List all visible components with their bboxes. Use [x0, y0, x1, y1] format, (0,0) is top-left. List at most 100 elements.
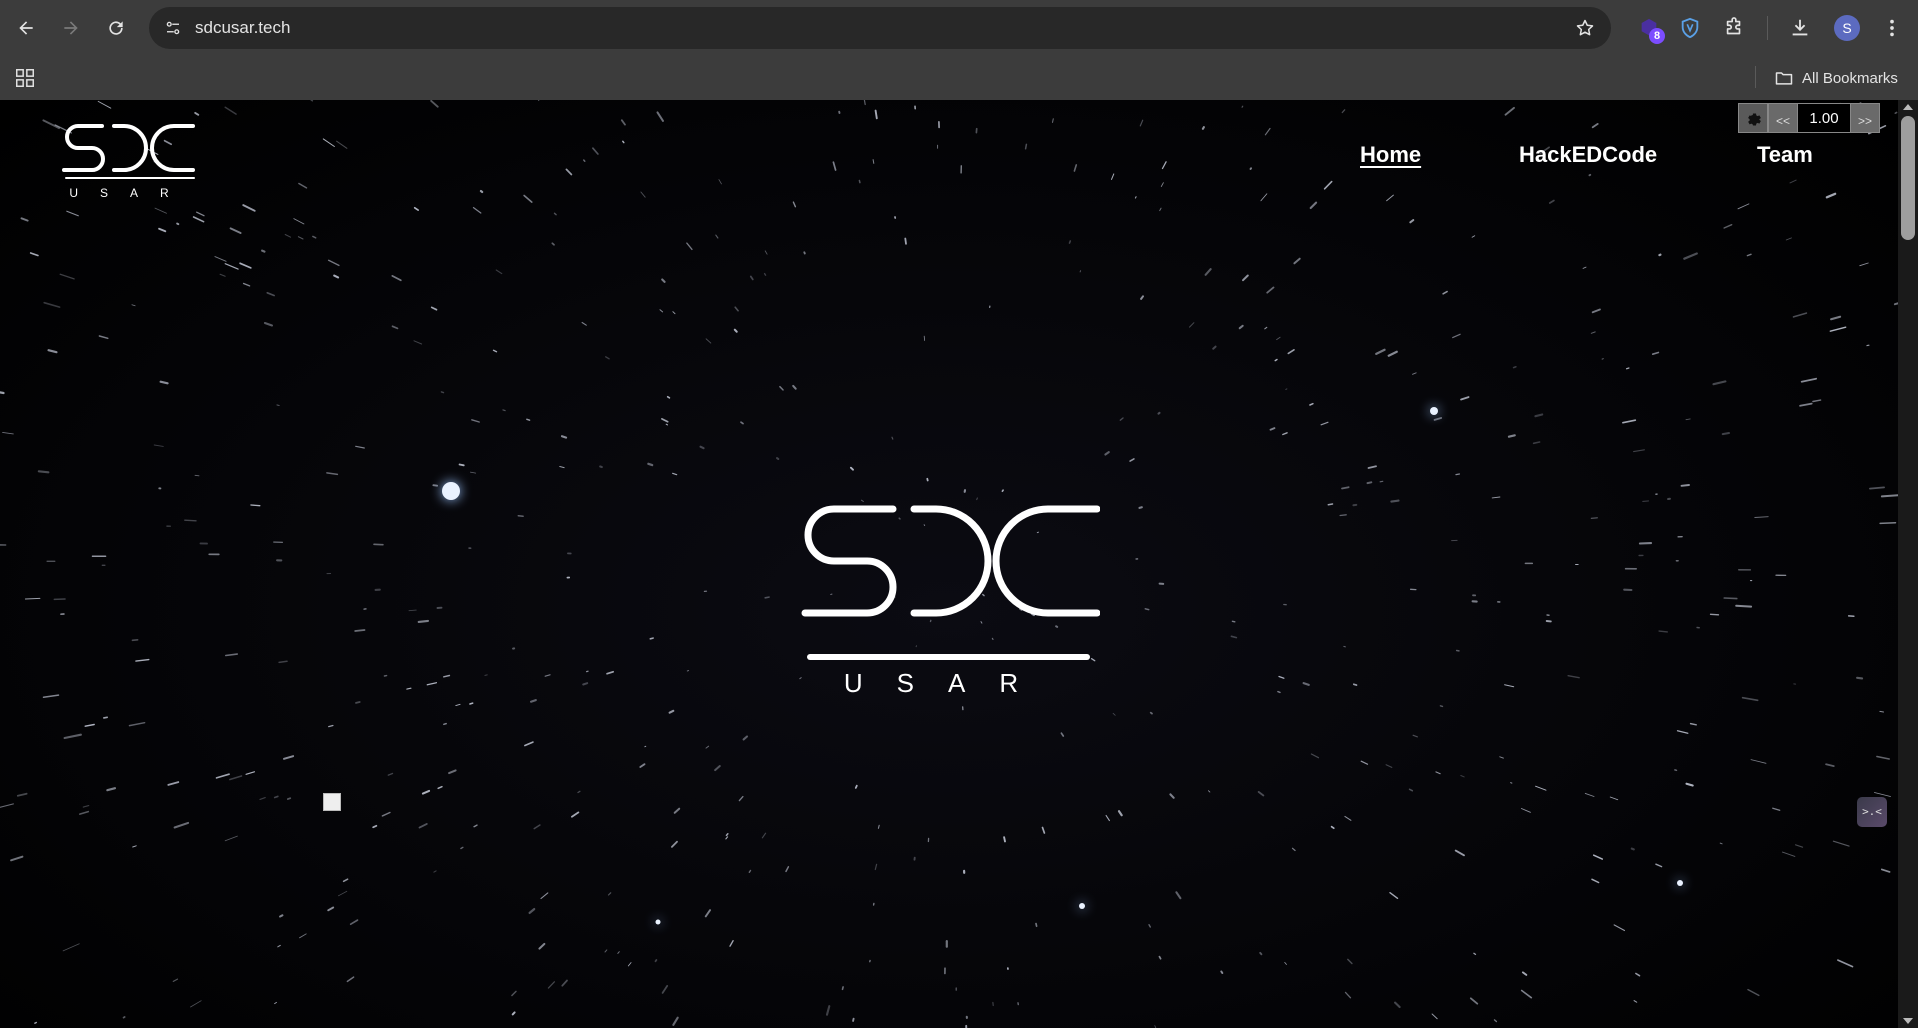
star-streak — [1880, 868, 1891, 873]
star-streak — [1320, 421, 1329, 426]
star-streak — [224, 835, 238, 842]
all-bookmarks-label: All Bookmarks — [1802, 69, 1898, 87]
hero-logo-sub: USAR — [844, 668, 1052, 698]
star-streak — [1469, 997, 1479, 1005]
star-streak — [764, 250, 768, 255]
reload-button[interactable] — [100, 12, 132, 44]
extensions-menu-button[interactable] — [1718, 12, 1750, 44]
star-streak — [471, 419, 480, 423]
speed-value[interactable]: 1.00 — [1798, 103, 1850, 133]
star-streak — [242, 204, 256, 212]
star-streak — [1651, 351, 1660, 355]
star-streak — [0, 803, 14, 808]
star-streak — [748, 869, 752, 873]
nav-home[interactable]: Home — [1360, 142, 1421, 168]
star-streak — [1079, 270, 1082, 273]
star-streak — [1412, 734, 1418, 738]
star-streak — [1455, 473, 1461, 476]
speed-increase-button[interactable]: >> — [1850, 103, 1880, 133]
star-streak — [858, 179, 861, 184]
shield-extension-button[interactable] — [1674, 12, 1706, 44]
site-logo[interactable]: USAR — [62, 120, 198, 200]
star-streak — [1859, 262, 1869, 267]
star-streak — [1746, 253, 1752, 257]
arrow-right-icon — [64, 21, 78, 35]
star-streak — [1452, 333, 1461, 339]
star-streak — [391, 325, 399, 330]
star-streak — [1588, 173, 1592, 177]
star-streak — [705, 338, 712, 344]
star-streak — [671, 840, 678, 848]
star-streak — [1680, 484, 1690, 487]
star-streak — [517, 514, 524, 518]
site-info-button[interactable] — [157, 12, 189, 44]
star-streak — [761, 832, 767, 839]
star-streak — [1220, 970, 1224, 974]
browser-toolbar: sdcusar.tech 8 S — [0, 0, 1918, 56]
browser-menu-button[interactable] — [1876, 12, 1908, 44]
star-streak — [1278, 675, 1285, 679]
star-streak — [473, 824, 478, 828]
downloads-button[interactable] — [1784, 12, 1816, 44]
bookmark-star-button[interactable] — [1569, 12, 1601, 44]
star-streak — [98, 335, 109, 340]
profile-avatar[interactable]: S — [1834, 15, 1860, 41]
scroll-up-arrow[interactable] — [1903, 104, 1913, 110]
star-streak — [1249, 167, 1253, 170]
star-streak — [1323, 180, 1333, 190]
star-streak — [346, 976, 355, 983]
extension-badge: 8 — [1649, 28, 1665, 44]
url-text[interactable]: sdcusar.tech — [195, 18, 290, 38]
folder-icon — [1775, 72, 1793, 85]
star-streak — [433, 870, 437, 873]
speed-decrease-button[interactable]: << — [1768, 103, 1798, 133]
star-streak — [1241, 105, 1244, 108]
browser-chrome: sdcusar.tech 8 S All Bookmarks — [0, 0, 1918, 100]
star-icon — [1576, 19, 1594, 36]
star-streak — [1582, 266, 1587, 269]
star-streak — [1201, 126, 1205, 130]
star-streak — [430, 306, 438, 311]
star-streak — [1512, 365, 1517, 369]
nav-team[interactable]: Team — [1757, 142, 1813, 168]
star-streak — [1633, 1000, 1638, 1003]
extension-button[interactable]: 8 — [1633, 12, 1665, 44]
star-streak — [1880, 494, 1898, 498]
address-bar[interactable]: sdcusar.tech — [149, 7, 1611, 49]
back-button[interactable] — [10, 12, 42, 44]
forward-button[interactable] — [55, 12, 87, 44]
bright-star — [1677, 880, 1683, 886]
star-streak — [1134, 196, 1137, 199]
star-streak — [582, 682, 589, 686]
scroll-down-arrow[interactable] — [1903, 1018, 1913, 1024]
page-scrollbar[interactable] — [1898, 100, 1918, 1028]
speed-settings-button[interactable] — [1738, 103, 1768, 133]
star-streak — [153, 444, 164, 447]
nav-hackedcode[interactable]: HackEDCode — [1519, 142, 1657, 168]
star-streak — [1385, 764, 1393, 768]
star-streak — [1721, 432, 1730, 436]
star-streak — [1613, 924, 1626, 932]
star-streak — [1212, 345, 1217, 350]
star-streak — [705, 745, 710, 749]
star-streak — [312, 235, 317, 239]
star-streak — [1347, 958, 1353, 965]
star-streak — [408, 609, 417, 612]
grid-icon — [16, 69, 34, 87]
apps-button[interactable] — [12, 65, 38, 91]
star-streak — [1473, 952, 1477, 956]
all-bookmarks-button[interactable]: All Bookmarks — [1774, 64, 1898, 92]
star-streak — [1712, 380, 1727, 386]
star-streak — [863, 100, 866, 106]
star-streak — [1344, 815, 1352, 821]
scroll-thumb[interactable] — [1901, 116, 1915, 240]
star-streak — [387, 772, 394, 776]
star-streak — [686, 242, 693, 251]
side-widget-button[interactable]: >.< — [1857, 797, 1887, 827]
bookmarks-separator — [1755, 66, 1756, 88]
star-streak — [1175, 891, 1182, 900]
star-streak — [1284, 962, 1287, 965]
star-streak — [239, 262, 252, 269]
star-streak — [273, 795, 279, 799]
star-streak — [82, 804, 90, 808]
